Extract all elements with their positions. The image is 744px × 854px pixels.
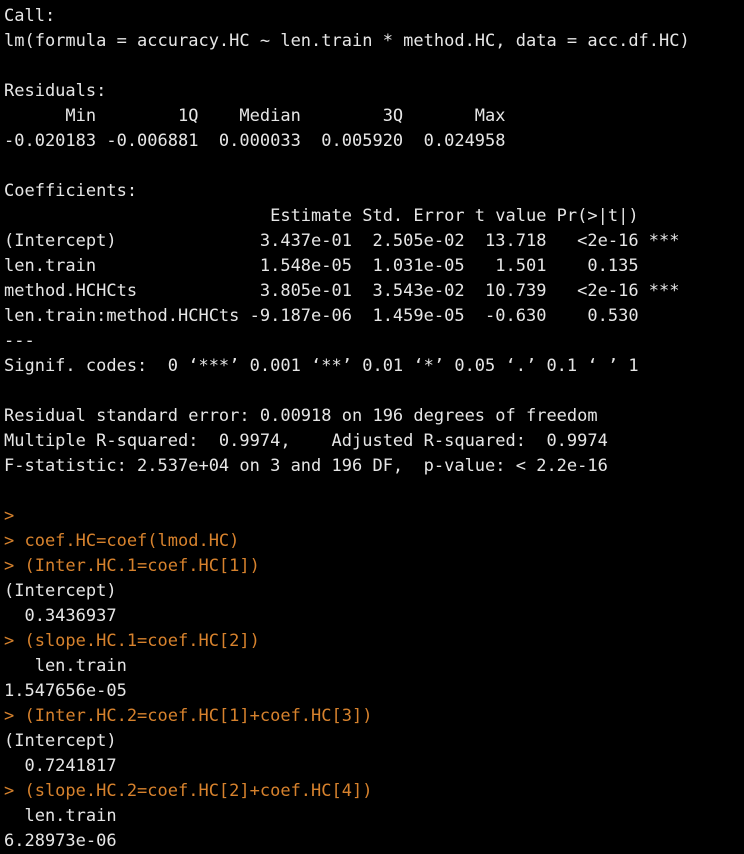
console-output-line: Residuals: xyxy=(4,81,107,101)
console-output-line: lm(formula = accuracy.HC ~ len.train * m… xyxy=(4,31,690,51)
console-output-line: Residual standard error: 0.00918 on 196 … xyxy=(4,406,598,426)
console-output-line: (Intercept) xyxy=(4,731,127,751)
console-output-line: len.train 1.548e-05 1.031e-05 1.501 0.13… xyxy=(4,256,680,276)
console-command-line: > coef.HC=coef(lmod.HC) xyxy=(4,531,240,551)
console-command-line: > xyxy=(4,506,15,526)
console-output-line: (Intercept) xyxy=(4,581,127,601)
console-output-line: Signif. codes: 0 ‘***’ 0.001 ‘**’ 0.01 ‘… xyxy=(4,356,639,376)
console-output-line: len.train:method.HCHCts -9.187e-06 1.459… xyxy=(4,306,680,326)
console-output-line: Estimate Std. Error t value Pr(>|t|) xyxy=(4,206,680,226)
console-output-line: Coefficients: xyxy=(4,181,138,201)
console-output-line: len.train xyxy=(4,806,127,826)
console-output-line: len.train xyxy=(4,656,138,676)
console-output-line: 1.547656e-05 xyxy=(4,681,138,701)
console-command-line: > (Inter.HC.2=coef.HC[1]+coef.HC[3]) xyxy=(4,706,373,726)
console-output-line: Call: xyxy=(4,6,56,26)
console-output-line: Multiple R-squared: 0.9974, Adjusted R-s… xyxy=(4,431,619,451)
console-output-line: 0.7241817 xyxy=(4,756,127,776)
console-command-line: > (Inter.HC.1=coef.HC[1]) xyxy=(4,556,260,576)
console-output-line: (Intercept) 3.437e-01 2.505e-02 13.718 <… xyxy=(4,231,680,251)
r-console-output[interactable]: Call: lm(formula = accuracy.HC ~ len.trai… xyxy=(4,4,742,854)
console-output-line: method.HCHCts 3.805e-01 3.543e-02 10.739… xyxy=(4,281,680,301)
console-command-line: > (slope.HC.2=coef.HC[2]+coef.HC[4]) xyxy=(4,781,373,801)
console-output-line: 0.3436937 xyxy=(4,606,127,626)
console-output-line: 6.28973e-06 xyxy=(4,831,127,851)
console-output-line: F-statistic: 2.537e+04 on 3 and 196 DF, … xyxy=(4,456,608,476)
console-output-line: -0.020183 -0.006881 0.000033 0.005920 0.… xyxy=(4,131,516,151)
console-command-line: > (slope.HC.1=coef.HC[2]) xyxy=(4,631,260,651)
console-output-line: --- xyxy=(4,331,35,351)
console-output-line: Min 1Q Median 3Q Max xyxy=(4,106,516,126)
